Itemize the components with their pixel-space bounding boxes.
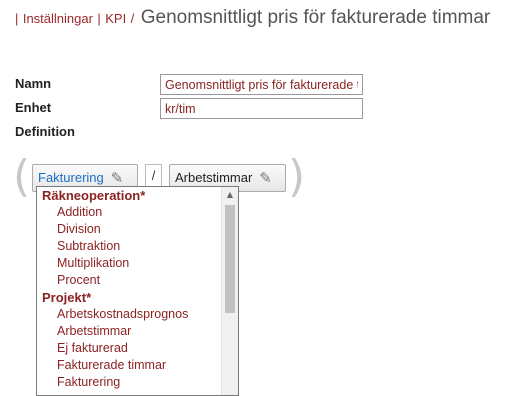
dropdown-item-not-invoiced[interactable]: Ej fakturerad bbox=[37, 340, 221, 357]
operator-slash[interactable]: / bbox=[145, 164, 162, 188]
dropdown-item-labor-cost-forecast[interactable]: Arbetskostnadsprognos bbox=[37, 306, 221, 323]
dropdown-item-work-hours[interactable]: Arbetstimmar bbox=[37, 323, 221, 340]
close-parenthesis: ) bbox=[288, 151, 306, 202]
dropdown-item-subtraction[interactable]: Subtraktion bbox=[37, 238, 221, 255]
operand-dropdown[interactable]: Räkneoperation* Addition Division Subtra… bbox=[36, 186, 239, 396]
definition-label: Definition bbox=[15, 124, 75, 139]
page-title: Genomsnittligt pris för fakturerade timm… bbox=[140, 7, 491, 28]
dropdown-group-operation: Räkneoperation* bbox=[42, 188, 146, 203]
pencil-icon[interactable]: ✎ bbox=[259, 165, 272, 191]
dropdown-item-addition[interactable]: Addition bbox=[37, 204, 221, 221]
dropdown-item-division[interactable]: Division bbox=[37, 221, 221, 238]
name-field[interactable] bbox=[160, 74, 363, 95]
scrollbar-thumb[interactable] bbox=[225, 205, 235, 313]
dropdown-scrollbar[interactable]: ▲ bbox=[221, 187, 238, 395]
scroll-up-icon[interactable]: ▲ bbox=[222, 187, 238, 203]
name-label: Namn bbox=[15, 76, 52, 91]
dropdown-item-invoicing[interactable]: Fakturering bbox=[37, 374, 221, 391]
breadcrumb: | Inställningar | KPI / Genomsnittligt p… bbox=[15, 7, 490, 29]
open-parenthesis: ( bbox=[13, 151, 31, 202]
breadcrumb-slash: / bbox=[130, 11, 135, 26]
breadcrumb-separator: | bbox=[97, 11, 101, 26]
unit-label: Enhet bbox=[15, 100, 52, 115]
breadcrumb-link-kpi[interactable]: KPI bbox=[105, 11, 126, 26]
breadcrumb-separator: | bbox=[15, 11, 19, 26]
dropdown-item-percent[interactable]: Procent bbox=[37, 272, 221, 289]
dropdown-group-project: Projekt* bbox=[42, 290, 92, 305]
dropdown-item-invoiced-hours[interactable]: Fakturerade timmar bbox=[37, 357, 221, 374]
dropdown-list: Räkneoperation* Addition Division Subtra… bbox=[37, 187, 221, 391]
unit-field[interactable] bbox=[160, 98, 363, 119]
dropdown-item-multiplication[interactable]: Multiplikation bbox=[37, 255, 221, 272]
breadcrumb-link-settings[interactable]: Inställningar bbox=[23, 11, 93, 26]
